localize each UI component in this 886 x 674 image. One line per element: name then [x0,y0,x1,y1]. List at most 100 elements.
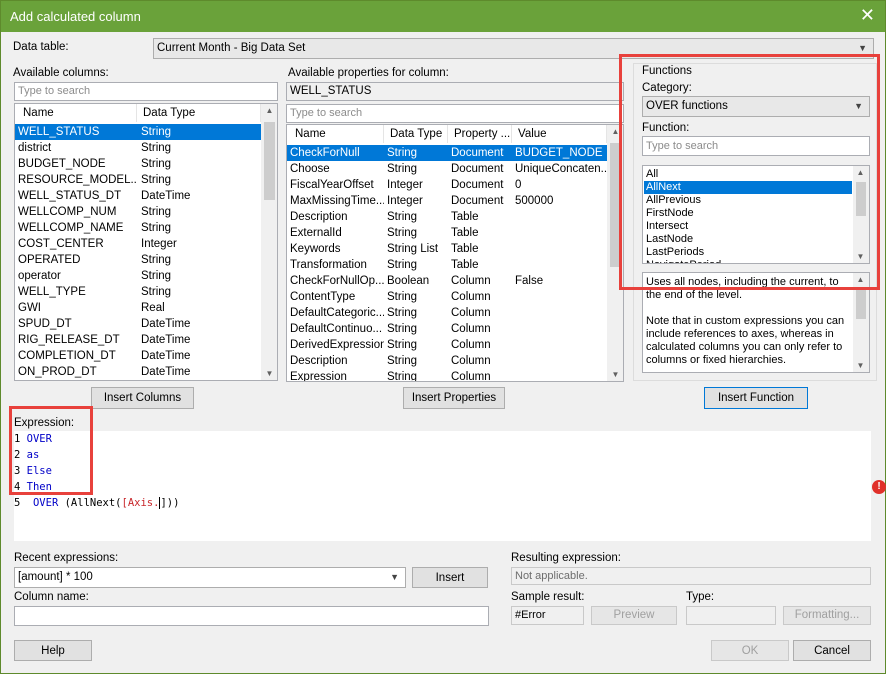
column-header-datatype[interactable]: Data Type [137,104,261,122]
available-properties-label: Available properties for column: [288,67,449,79]
property-cell: ExternalId [290,227,342,239]
property-cell: MaxMissingTime... [290,195,384,207]
table-row[interactable]: ON_PROD_DT DateTime [15,364,261,380]
table-row[interactable]: ContentType String Column [287,289,607,305]
table-row[interactable]: CheckForNull String Document BUDGET_NODE [287,145,607,161]
table-row[interactable]: Expression String Column [287,369,607,382]
table-row[interactable]: CheckForNullOp... Boolean Column False [287,273,607,289]
table-row[interactable]: RESOURCE_MODEL... String [15,172,261,188]
property-cell: UniqueConcaten... [515,163,607,175]
table-row[interactable]: DefaultContinuo... String Column [287,321,607,337]
chevron-down-icon: ▼ [390,572,399,582]
property-header-datatype[interactable]: Data Type [384,125,448,143]
insert-recent-button[interactable]: Insert [412,567,488,588]
column-name-cell: district [18,142,52,154]
sample-result-field: #Error [511,606,584,625]
property-header-value[interactable]: Value [512,125,607,143]
columns-list[interactable]: Name Data Type WELL_STATUS String district… [14,103,278,381]
table-row[interactable]: BUDGET_NODE String [15,156,261,172]
columns-search-input[interactable]: Type to search [14,82,278,101]
table-row[interactable]: ExternalId String Table [287,225,607,241]
formatting-button[interactable]: Formatting... [783,606,871,625]
expression-text-end: ])) [160,497,180,509]
table-row[interactable]: WELL_TYPE String [15,284,261,300]
close-icon[interactable]: ✕ [860,5,875,26]
resulting-expression-label: Resulting expression: [511,552,621,564]
column-type-cell: String [141,174,172,186]
property-header-property[interactable]: Property ... [448,125,512,143]
table-row[interactable]: DerivedExpression String Column [287,337,607,353]
error-icon[interactable]: ! [872,480,886,494]
table-row[interactable]: COMPLETION_DT DateTime [15,348,261,364]
dialog-title: Add calculated column [10,9,141,24]
property-cell: Integer [387,179,423,191]
property-cell: Integer [387,195,423,207]
help-button[interactable]: Help [14,640,92,661]
property-cell: String [387,323,418,335]
column-name-input[interactable] [14,606,489,626]
column-name-cell: GWI [18,302,41,314]
scroll-up-icon[interactable]: ▲ [262,106,277,115]
table-row[interactable]: GWI Real [15,300,261,316]
column-name-cell: OPERATED [18,254,81,266]
column-header-name[interactable]: Name [15,104,137,122]
property-cell: Choose [290,163,330,175]
type-field [686,606,776,625]
scroll-thumb[interactable] [856,289,866,319]
table-row[interactable]: WELLCOMP_NAME String [15,220,261,236]
column-type-cell: String [141,206,172,218]
scroll-down-icon[interactable]: ▼ [608,370,623,379]
property-cell: Column [451,339,491,351]
columns-scrollbar[interactable]: ▲ ▼ [261,104,277,380]
insert-properties-button[interactable]: Insert Properties [403,387,505,409]
table-row[interactable]: WELLCOMP_NUM String [15,204,261,220]
table-row[interactable]: WELL_STATUS_DT DateTime [15,188,261,204]
column-type-cell: String [141,254,172,266]
expression-editor[interactable]: 1 OVER 2 as 3 Else 4 Then 5 OVER (AllNext([… [14,431,871,541]
scroll-thumb[interactable] [264,122,275,200]
property-cell: Description [290,211,348,223]
column-name-cell: RESOURCE_MODEL... [18,174,136,186]
table-row[interactable]: COST_CENTER Integer [15,236,261,252]
table-row[interactable]: SPUD_DT DateTime [15,316,261,332]
table-row[interactable]: Description String Column [287,353,607,369]
insert-columns-button[interactable]: Insert Columns [91,387,194,409]
scroll-down-icon[interactable]: ▼ [262,369,277,378]
table-row[interactable]: Description String Table [287,209,607,225]
properties-search-placeholder: Type to search [290,107,363,119]
table-row[interactable]: district String [15,140,261,156]
scroll-down-icon[interactable]: ▼ [853,361,868,370]
column-type-cell: String [141,222,172,234]
property-cell: String [387,211,418,223]
recent-expressions-dropdown[interactable]: [amount] * 100 ▼ [14,567,406,588]
cancel-button[interactable]: Cancel [793,640,871,661]
table-row[interactable]: Choose String Document UniqueConcaten... [287,161,607,177]
property-cell: Document [451,147,504,159]
insert-function-button[interactable]: Insert Function [704,387,808,409]
ok-button[interactable]: OK [711,640,789,661]
column-name-cell: WELL_STATUS [18,126,100,138]
properties-search-input[interactable]: Type to search [286,104,624,123]
table-row[interactable]: Transformation String Table [287,257,607,273]
property-cell: String [387,371,418,382]
preview-button[interactable]: Preview [591,606,677,625]
table-row[interactable]: DefaultCategoric... String Column [287,305,607,321]
table-row[interactable]: MaxMissingTime... Integer Document 500000 [287,193,607,209]
property-cell: String [387,147,418,159]
property-cell: String [387,227,418,239]
property-header-name[interactable]: Name [287,125,384,143]
table-row[interactable]: WELL_STATUS String [15,124,261,140]
column-type-cell: DateTime [141,366,191,378]
property-cell: String [387,355,418,367]
property-cell: Keywords [290,243,341,255]
table-row[interactable]: RIG_RELEASE_DT DateTime [15,332,261,348]
error-icon-glyph: ! [877,481,881,492]
keyword: OVER [32,497,59,509]
property-cell: Document [451,179,504,191]
table-row[interactable]: operator String [15,268,261,284]
table-row[interactable]: FiscalYearOffset Integer Document 0 [287,177,607,193]
table-row[interactable]: OPERATED String [15,252,261,268]
properties-list[interactable]: Name Data Type Property ... Value CheckF… [286,124,624,382]
property-cell: Boolean [387,275,430,287]
table-row[interactable]: Keywords String List Table [287,241,607,257]
